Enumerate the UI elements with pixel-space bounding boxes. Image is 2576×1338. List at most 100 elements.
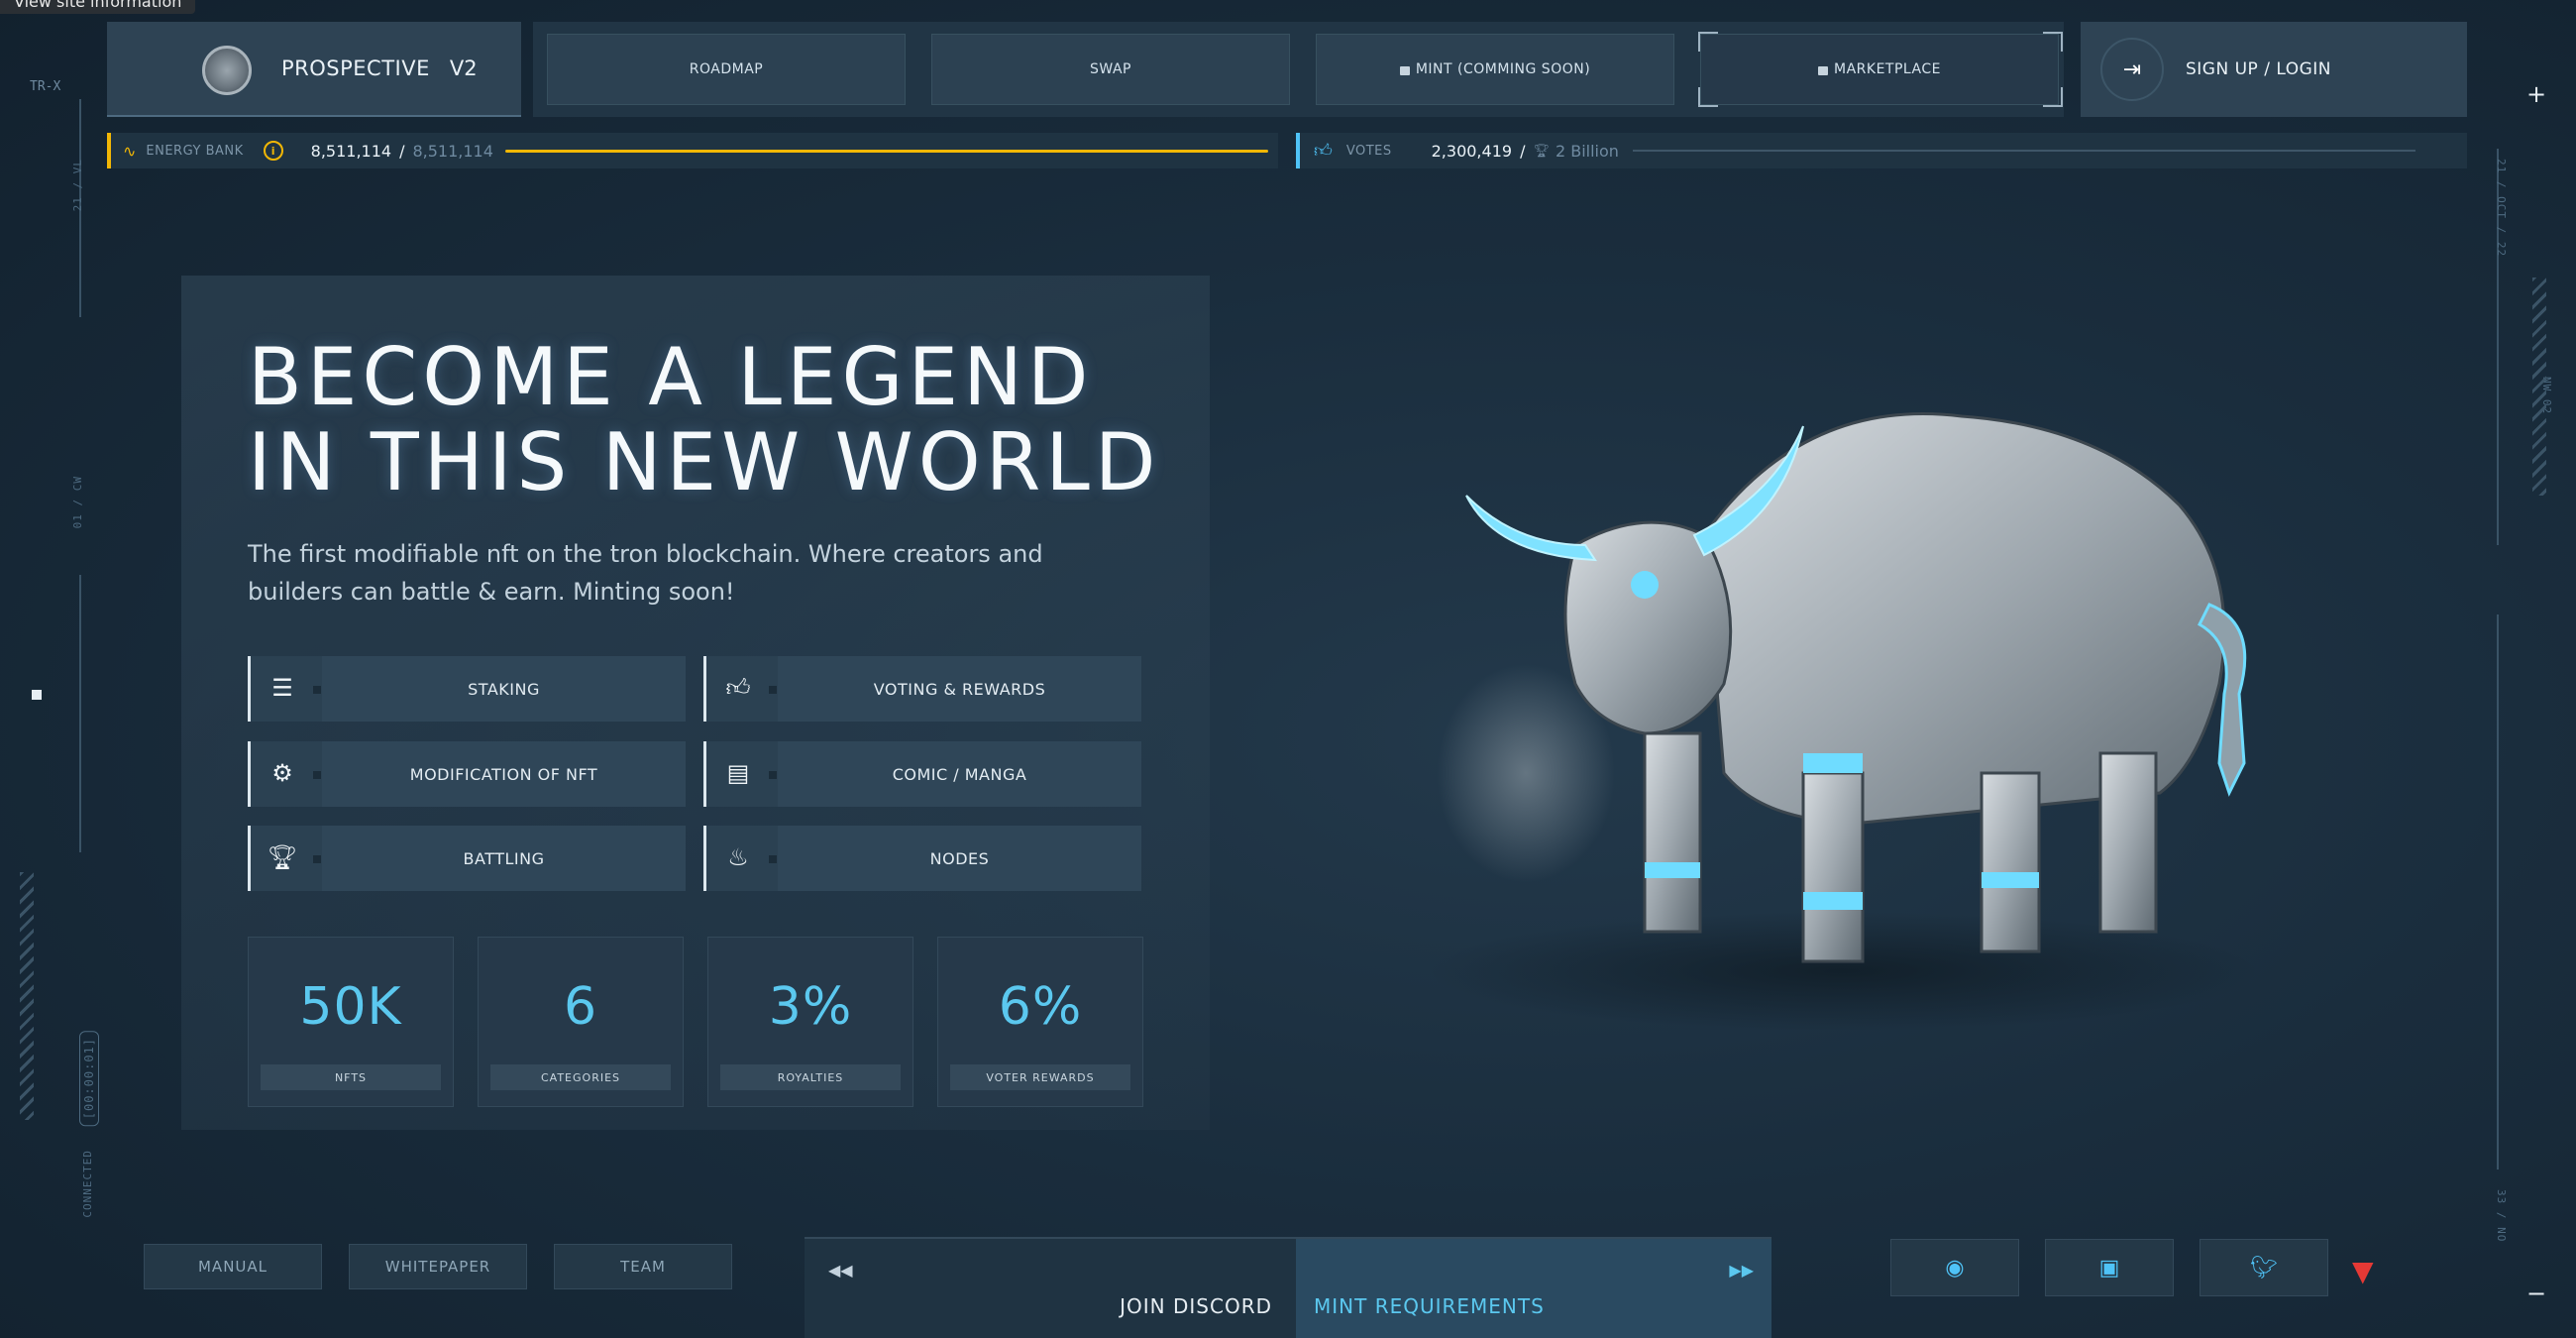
leg-glow [1645, 862, 1700, 878]
leg-glow [1982, 872, 2039, 888]
stat-card-royalties: 3% ROYALTIES [707, 937, 913, 1107]
discord-icon: ◉ [1945, 1255, 1965, 1281]
join-discord-tab[interactable]: JOIN DISCORD [805, 1239, 1296, 1338]
votes-label: VOTES [1345, 143, 1392, 159]
nav-roadmap[interactable]: ROADMAP [547, 34, 906, 105]
frame-connected-label: CONNECTED [81, 1150, 94, 1218]
stat-card-nfts: 50K NFTS [248, 937, 454, 1107]
feature-staking[interactable]: ☰ STAKING [248, 656, 686, 722]
frame-line [79, 575, 81, 852]
nav-marketplace-label: MARKETPLACE [1834, 61, 1941, 77]
team-button[interactable]: TEAM [554, 1244, 732, 1289]
flame-icon: ♨ [727, 843, 749, 871]
zoom-in-button[interactable]: + [2522, 79, 2551, 109]
thumbs-up-icon: 👍︎ [725, 673, 751, 702]
hero-title-line1: BECOME A LEGEND [248, 331, 1094, 423]
login-icon: ⇥ [2100, 38, 2164, 101]
chest-glow [1803, 753, 1863, 773]
back-left-leg [1980, 771, 2041, 953]
nav-marketplace[interactable]: MARKETPLACE [1700, 34, 2059, 105]
votes-progress [1632, 150, 2415, 152]
mint-requirements-label: MINT REQUIREMENTS [1314, 1294, 1545, 1318]
hero-title-line2: IN THIS NEW WORLD [248, 416, 1161, 508]
mint-requirements-tab[interactable]: MINT REQUIREMENTS [1296, 1239, 1771, 1338]
stat-card-voter-rewards: 6% VOTER REWARDS [937, 937, 1143, 1107]
stat-value: 6 [563, 977, 598, 1037]
instagram-button[interactable]: ▣ [2045, 1239, 2174, 1296]
feature-battling[interactable]: 🏆︎ BATTLING [248, 826, 686, 891]
votes-value: 2,300,419 [1431, 141, 1513, 161]
brand-block[interactable]: PROSPECTIVE V2 [107, 22, 521, 117]
nav-roadmap-label: ROADMAP [689, 61, 764, 77]
stat-card-categories: 6 CATEGORIES [478, 937, 684, 1107]
stat-value: 3% [768, 977, 853, 1037]
corner-bracket [1698, 87, 1718, 107]
info-icon[interactable]: i [263, 141, 283, 161]
discord-button[interactable]: ◉ [1890, 1239, 2019, 1296]
tron-icon[interactable]: ▼ [2352, 1255, 2388, 1287]
bull-logo-icon [202, 46, 252, 95]
corner-bracket [2043, 87, 2063, 107]
feature-comic-manga[interactable]: ▤ COMIC / MANGA [703, 741, 1141, 807]
brand-version: V2 [449, 56, 478, 80]
feature-dot [769, 771, 777, 779]
lock-icon [1818, 65, 1828, 75]
energy-bank-bar: ∿ ENERGY BANK i 8,511,114 / 8,511,114 [107, 133, 1278, 168]
feature-modification[interactable]: ⚙ MODIFICATION OF NFT [248, 741, 686, 807]
instagram-icon: ▣ [2098, 1255, 2120, 1281]
front-left-leg [1643, 731, 1702, 934]
feature-label: BATTLING [322, 826, 686, 891]
signup-login-button[interactable]: ⇥ SIGN UP / LOGIN [2081, 22, 2467, 117]
feature-voting-rewards[interactable]: 👍︎ VOTING & REWARDS [703, 656, 1141, 722]
feature-dot [313, 855, 321, 863]
nav-swap-label: SWAP [1090, 61, 1131, 77]
pulse-icon: ∿ [123, 141, 137, 161]
forward-icon[interactable]: ▶▶ [1729, 1261, 1754, 1280]
robot-bull-image [1427, 412, 2259, 1031]
hero-subtitle: The first modifiable nft on the tron blo… [248, 540, 1043, 606]
tooltip-text: View site information [14, 0, 182, 11]
feature-label: COMIC / MANGA [778, 741, 1141, 807]
feature-label: NODES [778, 826, 1141, 891]
frame-hatch [2532, 278, 2546, 496]
join-discord-label: JOIN DISCORD [1120, 1294, 1272, 1318]
database-icon: ☰ [271, 674, 293, 702]
main-nav: ROADMAP SWAP MINT (COMMING SOON) MARKETP… [533, 22, 2064, 117]
zoom-out-button[interactable]: − [2522, 1279, 2551, 1308]
whitepaper-button[interactable]: WHITEPAPER [349, 1244, 527, 1289]
trophy-icon: 🏆︎ [1533, 143, 1550, 159]
nav-swap[interactable]: SWAP [931, 34, 1290, 105]
feature-dot [769, 686, 777, 694]
manual-label: MANUAL [197, 1258, 268, 1276]
nav-mint[interactable]: MINT (COMMING SOON) [1316, 34, 1674, 105]
team-label: TEAM [620, 1258, 666, 1276]
feature-dot [313, 771, 321, 779]
votes-separator: / [1520, 141, 1526, 161]
votes-bar: 👍︎ VOTES 2,300,419 / 🏆︎ 2 Billion [1296, 133, 2467, 168]
frame-hatch [20, 872, 34, 1120]
stat-value: 50K [299, 977, 402, 1037]
left-frame: TR-X 21 / VL 01 / CW [00:00:01] CONNECTE… [18, 59, 99, 1259]
twitter-icon: 🐦︎ [2250, 1255, 2278, 1281]
signup-login-label: SIGN UP / LOGIN [2186, 59, 2331, 79]
rewind-icon[interactable]: ◀◀ [828, 1261, 853, 1280]
frame-line [2497, 614, 2499, 1170]
head-glow [1631, 571, 1659, 599]
feature-label: VOTING & REWARDS [778, 656, 1141, 722]
manual-button[interactable]: MANUAL [144, 1244, 322, 1289]
nav-mint-label: MINT (COMMING SOON) [1415, 61, 1591, 77]
votes-max: 2 Billion [1555, 141, 1619, 161]
twitter-button[interactable]: 🐦︎ [2200, 1239, 2328, 1296]
stat-caption: CATEGORIES [490, 1064, 671, 1090]
feature-nodes[interactable]: ♨ NODES [703, 826, 1141, 891]
energy-value: 8,511,114 [310, 141, 392, 161]
right-frame: 21 / OCT / 22 NW 02 33 / NO [2489, 59, 2558, 1259]
frame-cw-label: 01 / CW [71, 476, 84, 529]
left-horn [1465, 495, 1597, 562]
stat-caption: VOTER REWARDS [950, 1064, 1130, 1090]
feature-label: MODIFICATION OF NFT [322, 741, 686, 807]
trophy-icon: 🏆︎ [267, 843, 298, 871]
book-icon: ▤ [726, 759, 750, 787]
whitepaper-label: WHITEPAPER [384, 1258, 491, 1276]
hero-title: BECOME A LEGEND IN THIS NEW WORLD [248, 335, 1160, 505]
